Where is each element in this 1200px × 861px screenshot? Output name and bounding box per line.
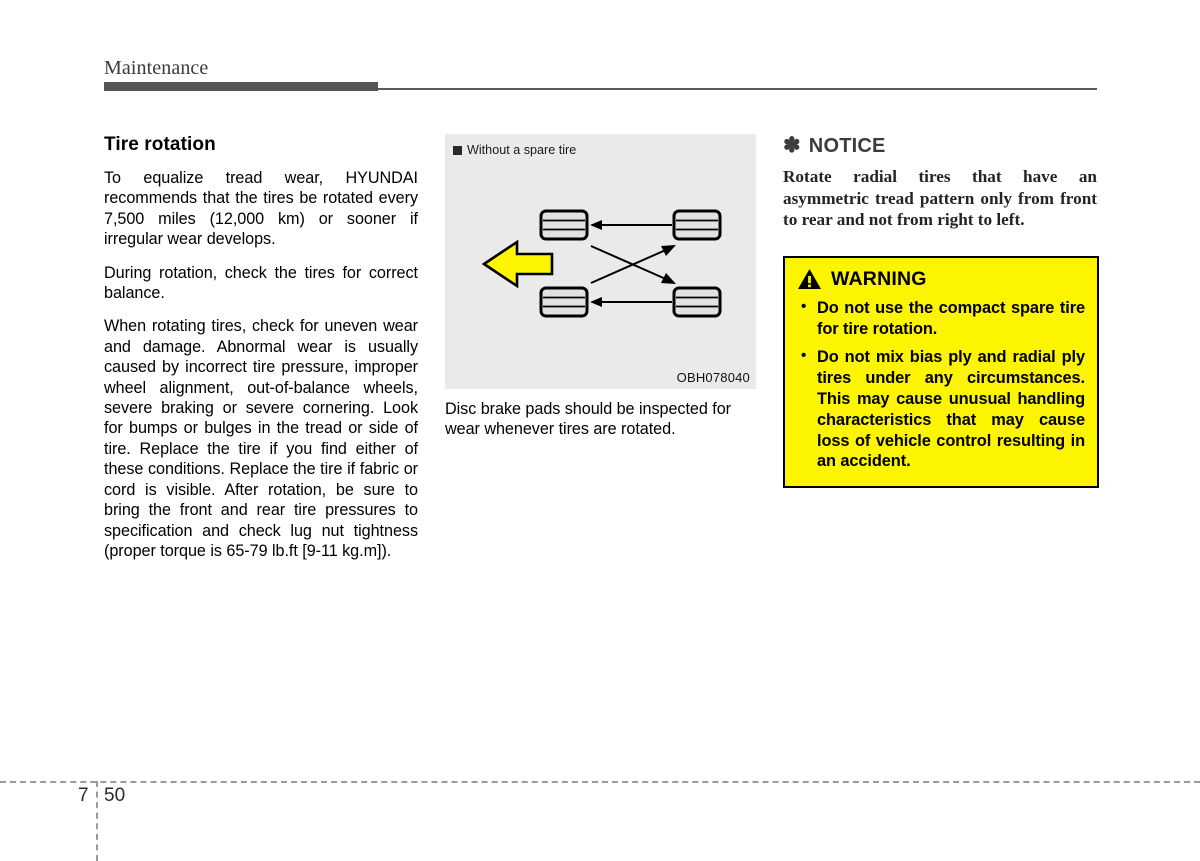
warning-triangle-icon: [798, 269, 821, 290]
warning-list: Do not use the compact spare tire for ti…: [797, 297, 1085, 472]
rear-right-wheel: [672, 286, 722, 318]
footer-divider: [0, 781, 1200, 783]
tire-rotation-figure: Without a spare tire OBH078040: [445, 134, 756, 389]
header-rule-thick: [104, 82, 378, 91]
notice-heading: ✽ NOTICE: [783, 134, 1097, 158]
rear-left-to-front-left-arrow: [590, 297, 672, 307]
figure-image-code: OBH078040: [676, 370, 750, 385]
warning-heading: WARNING: [797, 268, 1085, 291]
figure-caption: Disc brake pads should be inspected for …: [445, 400, 731, 439]
warning-list-item: Do not mix bias ply and radial ply tires…: [797, 346, 1085, 472]
header-rule-thin: [378, 88, 1097, 90]
body-paragraph: To equalize tread wear, HYUNDAI recommen…: [104, 169, 418, 249]
front-right-wheel: [672, 209, 722, 241]
footer-chapter-number: 7: [78, 785, 89, 806]
footer-vertical-divider: [96, 781, 98, 861]
front-left-wheel: [539, 209, 589, 241]
body-paragraph: During rotation, check the tires for cor…: [104, 263, 418, 303]
warning-heading-text: WARNING: [831, 267, 927, 290]
rear-left-wheel: [539, 286, 589, 318]
notice-heading-text: NOTICE: [808, 135, 886, 157]
middle-column: Without a spare tire OBH078040 Disc brak…: [445, 134, 756, 440]
warning-box: WARNING Do not use the compact spare tir…: [783, 255, 1099, 489]
body-paragraph: When rotating tires, check for uneven we…: [104, 317, 418, 560]
direction-of-travel-arrow: [481, 239, 554, 289]
warning-list-item: Do not use the compact spare tire for ti…: [797, 297, 1085, 340]
tire-rotation-diagram: [481, 209, 722, 318]
left-column: Tire rotation To equalize tread wear, HY…: [104, 134, 418, 561]
chapter-title: Maintenance: [104, 57, 209, 79]
page-title: Tire rotation: [104, 134, 216, 155]
asterisk-icon: ✽: [783, 134, 801, 157]
rear-right-to-front-right-arrow: [590, 220, 672, 230]
right-column: ✽ NOTICE Rotate radial tires that have a…: [783, 134, 1099, 489]
page-header: Maintenance: [104, 56, 1097, 96]
header-rule: [104, 82, 1097, 91]
notice-text: Rotate radial tires that have an asymmet…: [783, 167, 1097, 230]
footer-page-number: 50: [104, 785, 126, 806]
